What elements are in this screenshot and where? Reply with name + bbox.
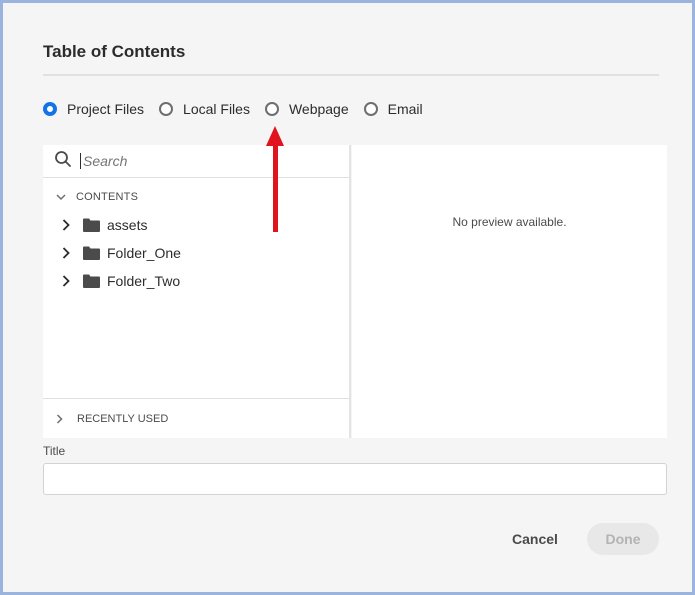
folder-icon [83,274,100,288]
chevron-right-icon[interactable] [62,275,72,287]
preview-panel: No preview available. [352,145,667,438]
radio-button[interactable] [264,102,279,116]
chevron-right-icon [56,413,63,424]
title-divider [43,74,659,76]
search-icon [54,150,80,173]
radio-button[interactable] [159,102,174,116]
title-input[interactable] [43,463,667,495]
radio-label: Project Files [67,101,145,117]
tree-item-label: assets [107,217,148,233]
radio-label: Webpage [288,101,349,117]
folder-icon [83,246,100,260]
tree-item-assets[interactable]: assets [43,211,349,239]
radio-webpage[interactable]: Webpage [264,101,349,117]
link-type-radio-group: Project Files Local Files Webpage Email [43,99,438,119]
radio-label: Email [387,101,423,117]
search-input[interactable] [80,153,330,169]
chevron-down-icon [56,193,66,201]
folder-icon [83,218,100,232]
radio-button[interactable] [363,102,378,116]
radio-project-files[interactable]: Project Files [43,101,144,117]
recently-used-label: RECENTLY USED [77,412,169,425]
chevron-right-icon[interactable] [62,247,72,259]
radio-button-checked[interactable] [43,102,57,116]
title-field-label: Title [43,444,66,458]
contents-section-header[interactable]: CONTENTS [43,186,349,208]
tree-item-label: Folder_One [107,245,181,261]
dialog-title: Table of Contents [43,42,186,61]
radio-local-files[interactable]: Local Files [159,101,250,117]
search-bar [43,145,349,178]
radio-label: Local Files [183,101,250,117]
radio-email[interactable]: Email [363,101,423,117]
recently-used-section-header[interactable]: RECENTLY USED [43,398,349,438]
tree-item-folder-one[interactable]: Folder_One [43,239,349,267]
tree-item-folder-two[interactable]: Folder_Two [43,267,349,295]
chevron-right-icon[interactable] [62,219,72,231]
preview-empty-text: No preview available. [452,215,567,229]
folder-tree: assets Folder_One Folder_Two [43,211,349,295]
tree-item-label: Folder_Two [107,273,181,289]
file-browser-panel: CONTENTS assets Folder_One [43,145,351,438]
done-button[interactable]: Done [587,523,659,555]
contents-label: CONTENTS [76,191,139,203]
cancel-button[interactable]: Cancel [498,523,572,555]
annotation-arrow-icon [264,124,286,239]
